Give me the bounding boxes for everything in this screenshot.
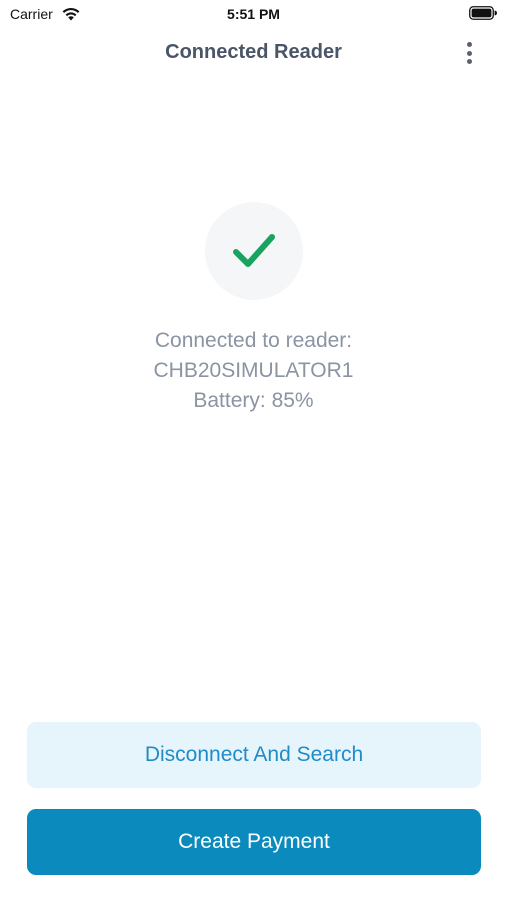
connected-status-circle xyxy=(205,202,303,300)
more-options-button[interactable] xyxy=(457,40,481,66)
status-bar: Carrier 5:51 PM xyxy=(0,0,507,28)
connected-label: Connected to reader: xyxy=(154,329,353,352)
create-payment-button[interactable]: Create Payment xyxy=(27,809,481,875)
more-vertical-icon xyxy=(466,50,472,56)
checkmark-icon xyxy=(233,234,275,267)
battery-icon xyxy=(469,6,497,20)
battery-level: Battery: 85% xyxy=(193,389,314,412)
connected-reader-screen: Carrier 5:51 PM Connected Reader Connect… xyxy=(0,0,507,900)
connection-status-text: Connected to reader: CHB20SIMULATOR1 Bat… xyxy=(0,326,507,416)
clock: 5:51 PM xyxy=(227,6,280,22)
page-title: Connected Reader xyxy=(165,41,342,63)
disconnect-and-search-button[interactable]: Disconnect And Search xyxy=(27,722,481,788)
more-vertical-icon xyxy=(466,42,472,47)
reader-name: CHB20SIMULATOR1 xyxy=(153,359,354,382)
navigation-bar: Connected Reader xyxy=(0,32,507,72)
more-vertical-icon xyxy=(466,59,472,64)
